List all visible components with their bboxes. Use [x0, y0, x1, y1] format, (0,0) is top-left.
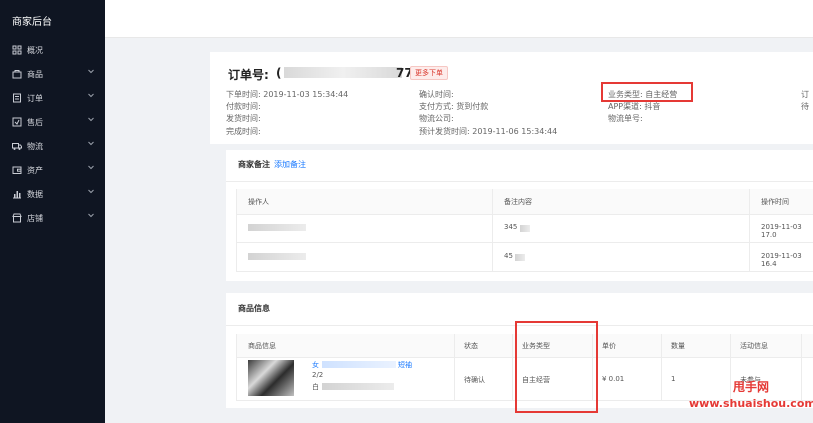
sidebar-item-label: 店铺	[27, 214, 43, 223]
sidebar-item-orders[interactable]: 订单	[0, 88, 105, 108]
merchant-remarks-card: 商家备注 添加备注 操作人 备注内容 操作时间 345 2019-11-03 1…	[226, 150, 813, 281]
remark-content: 345	[504, 223, 518, 231]
brand-title: 商家后台	[12, 17, 52, 28]
divider	[236, 242, 813, 243]
remark-time: 2019-11-03 17.0	[761, 223, 802, 239]
highlight-box-business-type-column	[515, 321, 598, 413]
remark-content: 45	[504, 252, 513, 260]
divider	[512, 334, 513, 400]
divider	[236, 271, 813, 272]
product-unit-price: ¥ 0.01	[602, 375, 625, 383]
divider	[236, 214, 813, 215]
sidebar-item-store[interactable]: 店铺	[0, 208, 105, 228]
order-number-prefix: (	[276, 66, 282, 80]
operator-mask	[248, 253, 306, 260]
place-time: 下单时间: 2019-11-03 15:34:44	[226, 90, 349, 99]
sidebar-item-products[interactable]: 商品	[0, 64, 105, 84]
divider	[226, 181, 813, 182]
header-product-info: 商品信息	[248, 342, 276, 350]
order-summary-card: 订单号: ( 77 更多下单 下单时间: 2019-11-03 15:34:44…	[210, 52, 813, 144]
header-remark-content: 备注内容	[504, 198, 532, 206]
chevron-down-icon	[88, 141, 94, 146]
sidebar-item-label: 资产	[27, 166, 43, 175]
product-extra-mask	[322, 383, 394, 390]
partial-field-1: 订	[801, 90, 809, 99]
aftersale-icon	[12, 117, 22, 127]
divider	[236, 189, 237, 271]
finish-time: 完成时间:	[226, 127, 261, 136]
product-name-start[interactable]: 女	[312, 360, 319, 370]
watermark-url: www.shuaishou.com	[689, 397, 813, 410]
chevron-down-icon	[88, 93, 94, 98]
header-operate-time: 操作时间	[761, 198, 789, 206]
operator-mask	[248, 224, 306, 231]
header-unit-price: 单价	[602, 342, 616, 350]
bag-icon	[12, 70, 22, 79]
app-channel: APP渠道: 抖音	[608, 102, 661, 111]
divider	[749, 189, 750, 271]
sidebar-item-label: 售后	[27, 118, 43, 127]
order-number-label: 订单号:	[228, 68, 269, 82]
chevron-down-icon	[88, 213, 94, 218]
sidebar-item-label: 概况	[27, 46, 43, 55]
remark-content-mask	[520, 225, 530, 232]
divider	[236, 334, 237, 400]
divider	[454, 334, 455, 400]
add-remark-link[interactable]: 添加备注	[274, 159, 306, 170]
header-activity: 活动信息	[740, 342, 768, 350]
pay-time: 付款时间:	[226, 102, 261, 111]
product-extra: 白	[312, 383, 319, 391]
sidebar-item-label: 物流	[27, 142, 43, 151]
pay-method: 支付方式: 货到付款	[419, 102, 489, 111]
products-title: 商品信息	[238, 304, 270, 313]
chevron-down-icon	[88, 69, 94, 74]
store-icon	[12, 213, 22, 223]
chevron-down-icon	[88, 117, 94, 122]
grid-icon	[12, 45, 22, 55]
divider	[661, 334, 662, 400]
product-spec: 2/2	[312, 371, 324, 379]
sidebar-item-overview[interactable]: 概况	[0, 40, 105, 60]
watermark-logo-text: 甩手网	[733, 380, 770, 394]
remarks-title: 商家备注	[238, 160, 270, 169]
bar-chart-icon	[13, 191, 21, 199]
expected-ship-time: 预计发货时间: 2019-11-06 15:34:44	[419, 127, 558, 136]
product-status: 待确认	[464, 376, 485, 384]
sidebar-item-label: 商品	[27, 70, 43, 79]
sidebar-item-logistics[interactable]: 物流	[0, 136, 105, 156]
sidebar-item-assets[interactable]: 资产	[0, 160, 105, 180]
partial-field-2: 待	[801, 102, 809, 111]
confirm-time: 确认时间:	[419, 90, 454, 99]
order-number-mask	[284, 67, 402, 78]
truck-icon	[12, 143, 22, 150]
remark-content-mask	[515, 254, 525, 261]
sidebar-item-label: 数据	[27, 190, 43, 199]
highlight-box-business-type	[601, 82, 693, 102]
logistics-company: 物流公司:	[419, 114, 454, 123]
remark-time: 2019-11-03 16.4	[761, 252, 802, 268]
sidebar: 商家后台 概况 商品 订单 售后 物流 资产 数据 店铺	[0, 0, 105, 423]
order-tag-badge: 更多下单	[410, 66, 448, 80]
divider	[492, 189, 493, 271]
header-status: 状态	[464, 342, 478, 350]
ship-time: 发货时间:	[226, 114, 261, 123]
chevron-down-icon	[88, 165, 94, 170]
sidebar-item-aftersale[interactable]: 售后	[0, 112, 105, 132]
divider	[801, 334, 802, 400]
header-quantity: 数量	[671, 342, 685, 350]
order-icon	[13, 93, 21, 103]
top-header	[105, 0, 813, 38]
product-name-end[interactable]: 短袖	[398, 360, 412, 370]
product-name-mask	[322, 361, 396, 368]
chevron-down-icon	[88, 189, 94, 194]
sidebar-item-data[interactable]: 数据	[0, 184, 105, 204]
wallet-icon	[12, 166, 22, 174]
product-quantity: 1	[671, 375, 676, 383]
divider	[730, 334, 731, 400]
tracking-number: 物流单号:	[608, 114, 643, 123]
sidebar-item-label: 订单	[27, 94, 43, 103]
product-thumbnail[interactable]	[248, 360, 294, 396]
header-operator: 操作人	[248, 198, 269, 206]
